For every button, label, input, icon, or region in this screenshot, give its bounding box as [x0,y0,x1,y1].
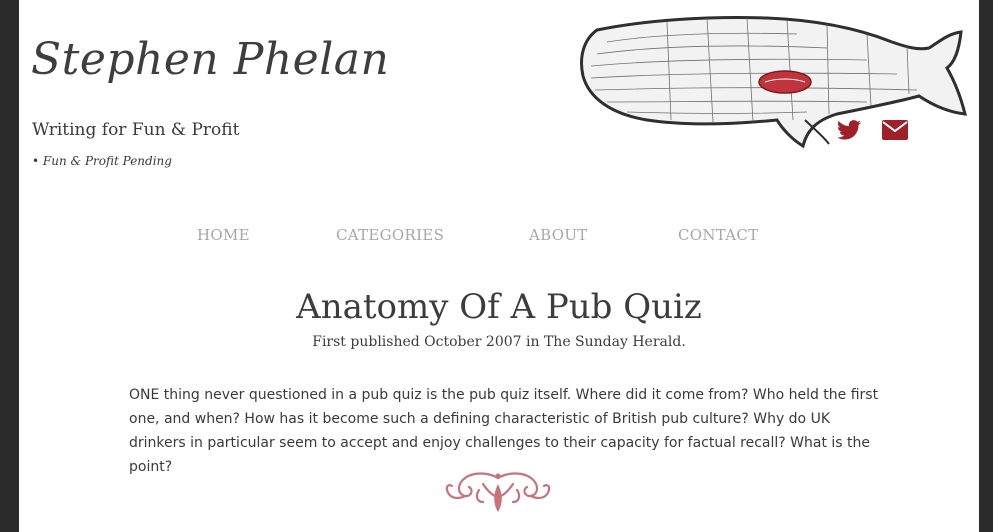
site-tagnote: • Fun & Profit Pending [32,154,172,168]
twitter-icon[interactable] [837,120,861,140]
post-body: ONE thing never questioned in a pub quiz… [129,387,879,475]
post-meta: First published October 2007 in The Sund… [312,334,686,350]
nav-about[interactable]: ABOUT [529,226,588,244]
flourish-ornament-icon [445,472,551,512]
nav-categories[interactable]: CATEGORIES [336,226,444,244]
site-tagline: Writing for Fun & Profit [32,120,240,140]
nav-contact[interactable]: CONTACT [678,226,759,244]
envelope-icon[interactable] [882,120,908,140]
page-container: Stephen Phelan Writing for Fun & Profit … [19,0,979,532]
post-title[interactable]: Anatomy Of A Pub Quiz [19,287,979,327]
main-nav: HOME CATEGORIES ABOUT CONTACT [19,226,979,246]
whale-logo [580,16,967,149]
nav-home[interactable]: HOME [197,226,250,244]
site-title[interactable]: Stephen Phelan [31,34,389,85]
